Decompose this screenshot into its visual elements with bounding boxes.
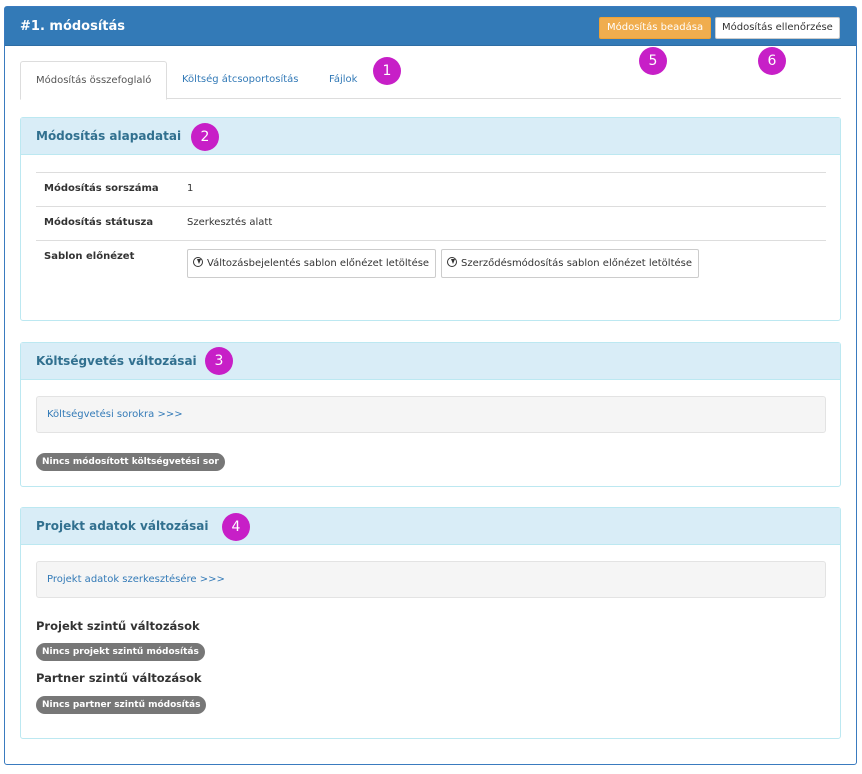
row-label: Módosítás státusza: [44, 217, 154, 228]
status-badge: Nincs partner szintű módosítás: [36, 696, 207, 714]
annotation-marker-2: 2: [191, 123, 219, 151]
row-label: Sablon előnézet: [44, 251, 135, 262]
table-row: Módosítás sorszáma 1: [36, 172, 826, 206]
annotation-marker-3: 3: [205, 347, 233, 375]
table-row: Sablon előnézet Változásbejelentés sablo…: [36, 240, 826, 290]
download-contract-modification-template-button[interactable]: Szerződésmódosítás sablon előnézet letöl…: [441, 249, 700, 278]
budget-changes-panel: Költségvetés változásai Költségvetési so…: [20, 342, 841, 487]
project-data-link[interactable]: Projekt adatok szerkesztésére >>>: [47, 574, 225, 585]
modification-panel: #1. módosítás Módosítás beadása Módosítá…: [4, 6, 857, 765]
check-modification-button[interactable]: Módosítás ellenőrzése: [715, 17, 840, 39]
info-table: Módosítás sorszáma 1 Módosítás státusza …: [36, 172, 826, 290]
row-label: Módosítás sorszáma: [44, 183, 159, 194]
panel-title: Költségvetés változásai: [36, 354, 197, 368]
panel-title: Módosítás alapadatai: [36, 129, 182, 143]
download-change-notice-template-button[interactable]: Változásbejelentés sablon előnézet letöl…: [187, 249, 437, 278]
download-icon: [447, 257, 457, 267]
tab-bar: Módosítás összefoglaló Költség átcsoport…: [20, 61, 841, 100]
annotation-marker-1: 1: [373, 57, 401, 85]
tab-files[interactable]: Fájlok: [314, 61, 372, 100]
status-badge: Nincs projekt szintű módosítás: [36, 643, 205, 661]
row-value: 1: [187, 183, 194, 194]
panel-title: Projekt adatok változásai: [36, 519, 209, 533]
basic-data-panel: Módosítás alapadatai Módosítás sorszáma …: [20, 117, 841, 321]
budget-lines-link[interactable]: Költségvetési sorokra >>>: [47, 409, 183, 420]
table-row: Módosítás státusza Szerkesztés alatt: [36, 206, 826, 240]
submit-modification-button[interactable]: Módosítás beadása: [599, 17, 712, 39]
download-icon: [193, 257, 203, 267]
project-link-well: Projekt adatok szerkesztésére >>>: [36, 561, 826, 598]
status-badge: Nincs módosított költségvetési sor: [36, 453, 225, 471]
annotation-marker-4: 4: [222, 513, 250, 541]
panel-heading: Projekt adatok változásai: [21, 508, 840, 545]
status-value: Szerkesztés alatt: [187, 217, 273, 228]
project-level-heading: Projekt szintű változások: [36, 619, 200, 633]
panel-heading: Költségvetés változásai: [21, 343, 840, 380]
panel-header: #1. módosítás Módosítás beadása Módosítá…: [5, 7, 856, 46]
annotation-marker-5: 5: [639, 47, 667, 75]
partner-level-heading: Partner szintű változások: [36, 671, 202, 685]
budget-link-well: Költségvetési sorokra >>>: [36, 396, 826, 433]
page-title: #1. módosítás: [20, 19, 126, 34]
panel-heading: Módosítás alapadatai: [21, 118, 840, 155]
tab-cost-regrouping[interactable]: Költség átcsoportosítás: [167, 61, 314, 100]
tab-summary[interactable]: Módosítás összefoglaló: [20, 61, 168, 100]
project-changes-panel: Projekt adatok változásai Projekt adatok…: [20, 507, 841, 739]
annotation-marker-6: 6: [758, 47, 786, 75]
